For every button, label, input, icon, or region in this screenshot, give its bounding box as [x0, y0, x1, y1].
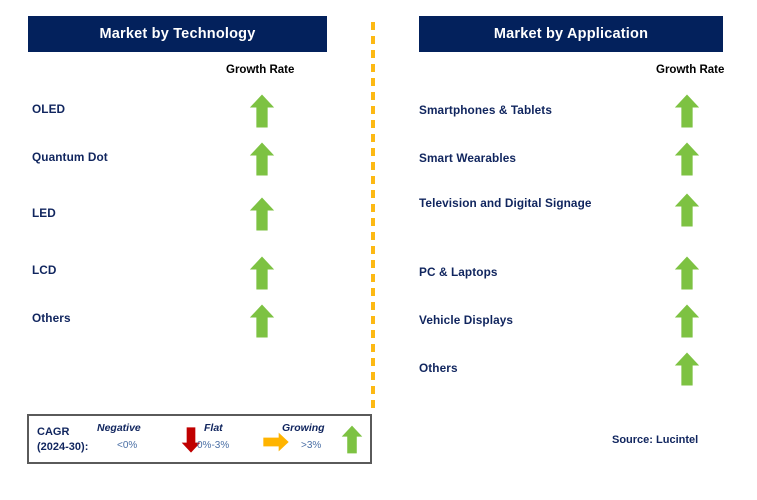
segment-list-application: Smartphones & Tablets Smart Wearables Tele…: [392, 0, 757, 500]
segment-label: Others: [32, 311, 71, 325]
growth-indicator-arrow-up-icon: [249, 141, 283, 176]
growth-indicator-arrow-up-icon: [249, 93, 283, 128]
infographic-canvas: Market by Technology Growth Rate OLED Qua…: [0, 0, 757, 500]
segment-label: Smart Wearables: [419, 151, 517, 165]
legend-arrow-up-icon: [341, 423, 363, 456]
growth-indicator-arrow-up-icon: [674, 141, 708, 176]
legend-label-flat: Flat: [204, 422, 223, 434]
legend-arrow-right-icon: [261, 432, 291, 452]
legend-label-growing: Growing: [282, 422, 325, 434]
segment-label: LCD: [32, 263, 57, 277]
legend-title: CAGR (2024-30):: [37, 425, 88, 455]
panel-market-by-application: Market by Application Growth Rate Smartp…: [392, 0, 757, 500]
legend-range-flat: 0%-3%: [197, 440, 230, 451]
growth-indicator-arrow-up-icon: [249, 303, 283, 338]
segment-label: PC & Laptops: [419, 265, 498, 279]
segment-row: LCD: [0, 263, 356, 297]
segment-row: Others: [0, 311, 356, 345]
growth-indicator-arrow-up-icon: [674, 351, 708, 386]
segment-label: Quantum Dot: [32, 150, 108, 164]
growth-indicator-arrow-up-icon: [674, 255, 708, 290]
segment-label: Vehicle Displays: [419, 313, 514, 327]
segment-label: Smartphones & Tablets: [419, 103, 552, 117]
legend-title-line1: CAGR: [37, 426, 70, 438]
legend-label-negative: Negative: [97, 422, 141, 434]
segment-label: OLED: [32, 102, 66, 116]
legend-range-growing: >3%: [301, 440, 322, 451]
segment-label: Television and Digital Signage: [419, 196, 592, 210]
segment-row: Quantum Dot: [0, 150, 356, 184]
segment-label: Others: [419, 361, 458, 375]
growth-indicator-arrow-up-icon: [249, 196, 283, 231]
cagr-legend-box: CAGR (2024-30): Negative <0% Flat 0%-3% Grow…: [27, 414, 372, 464]
segment-row: LED: [0, 206, 356, 240]
growth-indicator-arrow-up-icon: [674, 192, 708, 227]
vertical-dashed-divider: [371, 22, 375, 410]
growth-indicator-arrow-up-icon: [674, 303, 708, 338]
segment-row: OLED: [0, 102, 356, 136]
legend-title-line2: (2024-30):: [37, 441, 89, 453]
legend-range-negative: <0%: [117, 440, 138, 451]
growth-indicator-arrow-up-icon: [674, 93, 708, 128]
segment-label: LED: [32, 206, 56, 220]
growth-indicator-arrow-up-icon: [249, 255, 283, 290]
source-note: Source: Lucintel: [612, 434, 699, 446]
